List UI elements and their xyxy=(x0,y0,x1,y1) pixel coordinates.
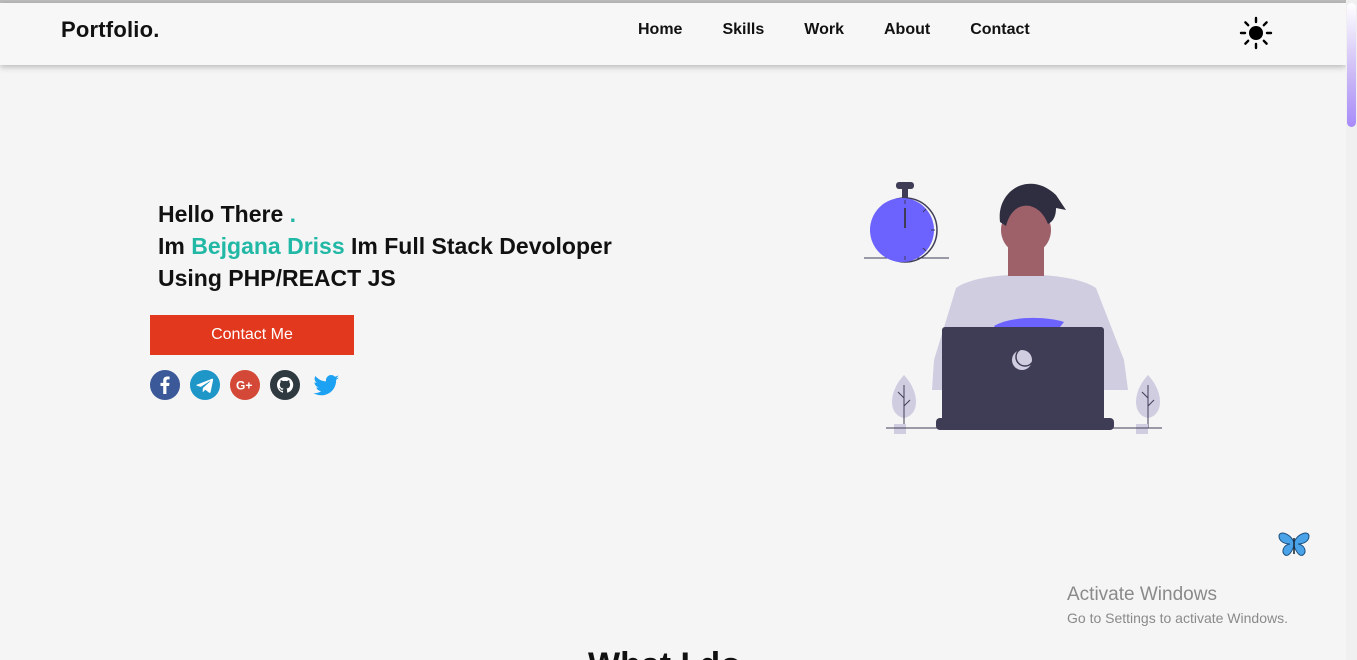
contact-me-button[interactable]: Contact Me xyxy=(150,315,354,355)
sun-icon xyxy=(1239,16,1273,50)
social-links: G+ xyxy=(150,370,342,400)
github-icon[interactable] xyxy=(270,370,300,400)
scrollbar-thumb[interactable] xyxy=(1347,3,1356,127)
facebook-icon[interactable] xyxy=(150,370,180,400)
theme-toggle-button[interactable] xyxy=(1239,16,1273,50)
google-plus-icon[interactable]: G+ xyxy=(230,370,260,400)
nav-about[interactable]: About xyxy=(884,21,930,39)
laptop-icon xyxy=(936,327,1114,430)
section-title-peek: What I do xyxy=(588,646,741,660)
intro-suffix: Im Full Stack Devoloper xyxy=(351,233,612,259)
greeting-dot: . xyxy=(289,201,297,227)
plant-right-icon xyxy=(1136,375,1160,434)
activate-title: Activate Windows xyxy=(1067,584,1217,605)
hero-line-3: Using PHP/REACT JS xyxy=(158,265,396,291)
nav-contact[interactable]: Contact xyxy=(970,21,1030,39)
scrollbar[interactable] xyxy=(1346,0,1357,660)
butterfly-icon[interactable] xyxy=(1277,530,1311,558)
nav-skills[interactable]: Skills xyxy=(722,21,764,39)
svg-text:G+: G+ xyxy=(236,379,252,393)
hero-line-2: Im Bejgana Driss Im Full Stack Devoloper xyxy=(158,230,612,262)
plant-left-icon xyxy=(892,375,916,434)
twitter-icon[interactable] xyxy=(310,370,342,400)
telegram-icon[interactable] xyxy=(190,370,220,400)
main-nav: Home Skills Work About Contact xyxy=(638,21,1070,39)
activate-subtitle: Go to Settings to activate Windows. xyxy=(1067,610,1288,626)
hero-line-1: Hello There . xyxy=(158,198,612,230)
navbar: Portfolio. Home Skills Work About Contac… xyxy=(0,3,1346,65)
brand-logo[interactable]: Portfolio. xyxy=(61,17,160,43)
nav-home[interactable]: Home xyxy=(638,21,682,39)
hero-name: Bejgana Driss xyxy=(191,233,345,259)
stopwatch-icon xyxy=(864,182,949,263)
activate-windows-watermark: Activate Windows Go to Settings to activ… xyxy=(1067,584,1288,626)
developer-illustration xyxy=(864,182,1162,434)
hero-heading: Hello There . Im Bejgana Driss Im Full S… xyxy=(158,198,612,294)
nav-work[interactable]: Work xyxy=(804,21,844,39)
intro-prefix: Im xyxy=(158,233,185,259)
greeting-text: Hello There xyxy=(158,201,284,227)
